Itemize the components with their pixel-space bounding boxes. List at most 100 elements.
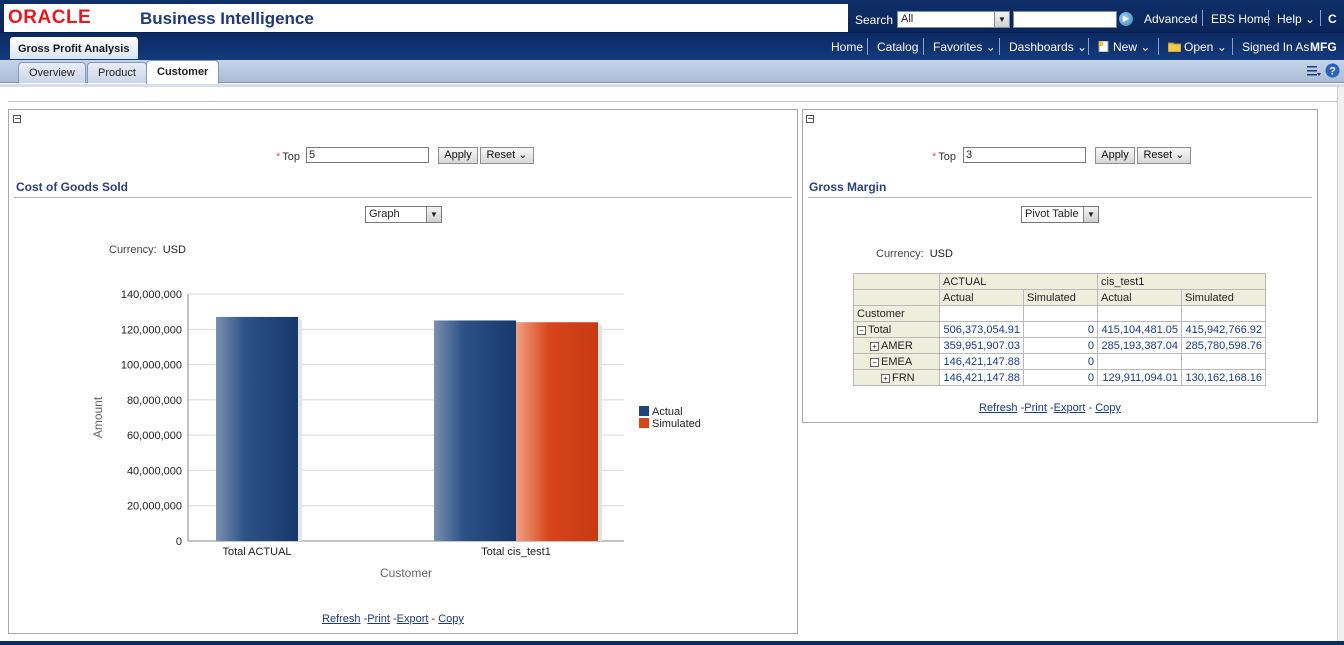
expand-icon[interactable]: + — [870, 341, 879, 351]
user-menu[interactable]: MFG — [1310, 40, 1337, 54]
top-n-input[interactable]: 5 — [306, 147, 429, 163]
pivot-row-label[interactable]: + FRN — [853, 369, 940, 386]
nav-catalog[interactable]: Catalog — [877, 40, 918, 54]
app-title: Business Intelligence — [140, 9, 314, 28]
report-links: Refresh -Print -Export - Copy — [979, 402, 1121, 414]
refresh-link[interactable]: Refresh — [322, 613, 361, 625]
apply-button[interactable]: Apply — [1095, 147, 1135, 164]
view-selector[interactable]: Pivot Table ▼ — [1021, 206, 1099, 223]
pivot-cell[interactable]: 415,942,766.92 — [1181, 321, 1266, 338]
top-n-input[interactable]: 3 — [963, 147, 1086, 163]
pivot-cell[interactable]: 0 — [1023, 369, 1098, 386]
signed-in-label: Signed In As — [1242, 40, 1310, 54]
search-scope-value: All — [901, 13, 914, 25]
chevron-down-icon[interactable]: ▼ — [994, 12, 1009, 27]
tab-customer[interactable]: Customer — [146, 60, 220, 84]
section-rule — [808, 197, 1312, 198]
divider — [867, 38, 868, 55]
nav-open[interactable]: Open ⌄ — [1168, 40, 1227, 54]
signout-icon[interactable]: C — [1328, 12, 1337, 26]
pivot-corner — [853, 289, 940, 306]
row-label: AMER — [881, 339, 913, 352]
pivot-cell[interactable]: 0 — [1023, 353, 1098, 370]
reset-button[interactable]: Reset ⌄ — [1137, 147, 1191, 164]
y-axis-title: Amount — [91, 396, 105, 438]
search-input[interactable] — [1013, 11, 1117, 28]
legend-swatch — [639, 406, 649, 416]
export-link[interactable]: Export — [397, 613, 429, 625]
nav-open-label: Open ⌄ — [1184, 40, 1227, 54]
gross-margin-pivot-table: ACTUAL cis_test1 Actual Simulated Actual… — [853, 273, 1266, 386]
currency-value: USD — [929, 248, 953, 260]
pivot-header-row: ACTUAL cis_test1 — [853, 273, 1266, 290]
pivot-measure-header: Simulated — [1023, 289, 1098, 306]
help-menu[interactable]: Help ⌄ — [1277, 12, 1315, 26]
pivot-cell[interactable]: 146,421,147.88 — [939, 353, 1024, 370]
pivot-row-label[interactable]: − EMEA — [853, 353, 940, 370]
top-prompt-text: Top — [282, 151, 301, 163]
pivot-cell — [1181, 305, 1266, 322]
nav-new[interactable]: New ⌄ — [1097, 40, 1150, 54]
nav-home[interactable]: Home — [831, 40, 863, 54]
pivot-row-label[interactable]: + AMER — [853, 337, 940, 354]
tab-product[interactable]: Product — [87, 62, 147, 83]
pivot-cell[interactable]: 285,780,598.76 — [1181, 337, 1266, 354]
pivot-row-header: Customer — [853, 305, 940, 322]
search-go-icon[interactable]: ▶ — [1119, 12, 1133, 26]
print-link[interactable]: Print — [367, 613, 390, 625]
nav-new-label: New ⌄ — [1113, 40, 1151, 54]
refresh-link[interactable]: Refresh — [979, 402, 1018, 414]
report-links: Refresh -Print -Export - Copy — [322, 613, 464, 625]
divider — [1158, 38, 1159, 55]
collapse-icon[interactable]: − — [870, 357, 879, 367]
page-options-icon[interactable] — [1306, 63, 1321, 78]
chevron-down-icon[interactable]: ▼ — [426, 207, 441, 222]
tab-overview[interactable]: Overview — [18, 62, 86, 83]
pivot-cell[interactable]: 0 — [1023, 337, 1098, 354]
pivot-cell[interactable] — [1097, 353, 1182, 370]
nav-favorites[interactable]: Favorites ⌄ — [933, 40, 996, 54]
view-selector[interactable]: Graph ▼ — [365, 206, 442, 223]
copy-link[interactable]: Copy — [1095, 402, 1121, 414]
pivot-cell — [1023, 305, 1098, 322]
collapse-icon[interactable]: − — [806, 115, 814, 123]
section-title: Gross Margin — [809, 180, 887, 194]
vertical-scrollbar[interactable] — [1337, 87, 1344, 645]
content-divider — [8, 101, 1337, 102]
apply-button[interactable]: Apply — [438, 147, 478, 164]
advanced-link[interactable]: Advanced — [1144, 12, 1197, 26]
pivot-cell[interactable]: 359,951,907.03 — [939, 337, 1024, 354]
expand-icon[interactable]: + — [881, 373, 890, 383]
nav-dashboards[interactable]: Dashboards ⌄ — [1009, 40, 1087, 54]
pivot-cell[interactable]: 130,162,168.16 — [1181, 369, 1266, 386]
table-row: + AMER 359,951,907.03 0 285,193,387.04 28… — [853, 337, 1266, 354]
pivot-cell[interactable]: 506,373,054.91 — [939, 321, 1024, 338]
print-link[interactable]: Print — [1024, 402, 1047, 414]
pivot-cell[interactable]: 129,911,094.01 — [1097, 369, 1182, 386]
help-icon[interactable]: ? — [1325, 63, 1340, 78]
currency-label-text: Currency: — [109, 244, 157, 256]
pivot-cell[interactable]: 285,193,387.04 — [1097, 337, 1182, 354]
search-label: Search — [855, 13, 894, 27]
collapse-icon[interactable]: − — [13, 115, 21, 123]
pivot-cell[interactable]: 415,104,481.05 — [1097, 321, 1182, 338]
copy-link[interactable]: Copy — [438, 613, 464, 625]
pivot-measure-header: Simulated — [1181, 289, 1266, 306]
pivot-col-group: cis_test1 — [1097, 273, 1266, 290]
table-row: − EMEA 146,421,147.88 0 — [853, 353, 1266, 370]
export-link[interactable]: Export — [1054, 402, 1086, 414]
pivot-row-label[interactable]: − Total — [853, 321, 940, 338]
pivot-cell[interactable]: 0 — [1023, 321, 1098, 338]
row-label: EMEA — [881, 355, 913, 368]
bottom-border — [0, 641, 1344, 645]
top-prompt-label: * Top — [276, 151, 301, 163]
pivot-cell[interactable] — [1181, 353, 1266, 370]
pivot-cell — [1097, 305, 1182, 322]
collapse-icon[interactable]: − — [857, 325, 866, 335]
section-title: Cost of Goods Sold — [16, 180, 128, 194]
chevron-down-icon[interactable]: ▼ — [1083, 207, 1098, 222]
pivot-cell[interactable]: 146,421,147.88 — [939, 369, 1024, 386]
search-scope-select[interactable]: All ▼ — [897, 11, 1010, 28]
ebs-home-link[interactable]: EBS Home — [1211, 12, 1270, 26]
reset-button[interactable]: Reset ⌄ — [480, 147, 534, 164]
